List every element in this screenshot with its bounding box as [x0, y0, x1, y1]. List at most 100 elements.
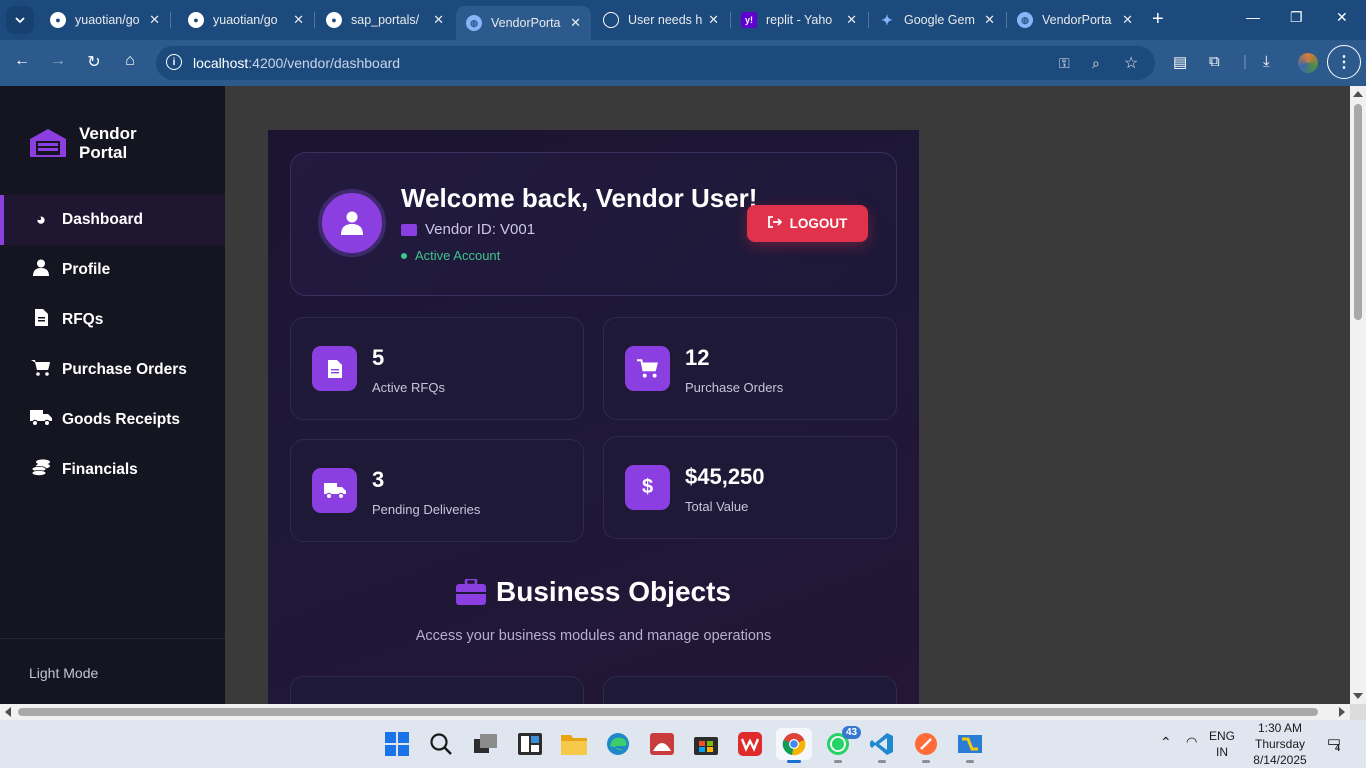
toolbar-divider: |: [1243, 53, 1247, 70]
stat-label: Purchase Orders: [685, 380, 784, 395]
clock-date: 8/14/2025: [1253, 753, 1307, 767]
wps-button[interactable]: [732, 728, 768, 760]
tab-yahoo[interactable]: y! replit - Yaho ✕: [731, 6, 867, 34]
vendor-id: Vendor ID: V001: [401, 221, 535, 238]
dollar-icon: $: [625, 465, 670, 510]
window-close-icon[interactable]: ✕: [1336, 9, 1348, 26]
section-title-text: Business Objects: [496, 576, 731, 607]
briefcase-icon: [456, 577, 486, 605]
sidebar-item-label: Dashboard: [62, 211, 143, 228]
sidebar-item-label: Goods Receipts: [62, 411, 180, 428]
office-icon[interactable]: ▤: [1173, 53, 1187, 71]
wifi-icon[interactable]: ◠: [1186, 734, 1197, 750]
stat-card-total-value[interactable]: $ $45,250 Total Value: [603, 436, 897, 539]
vertical-scrollbar[interactable]: [1350, 86, 1366, 704]
scrollbar-corner: [1350, 704, 1366, 720]
business-object-card[interactable]: [603, 676, 897, 704]
store-button[interactable]: [688, 728, 724, 760]
light-mode-toggle[interactable]: Light Mode: [29, 665, 98, 681]
tab-github-3[interactable]: ● sap_portals/ ✕: [316, 6, 454, 34]
scroll-right-icon[interactable]: [1339, 707, 1345, 717]
sidebar-item-financials[interactable]: Financials: [0, 445, 225, 495]
horizontal-scroll-thumb[interactable]: [18, 708, 1318, 716]
download-icon[interactable]: ⤓: [1263, 53, 1270, 70]
site-info-icon[interactable]: i: [166, 54, 182, 70]
bookmark-star-icon[interactable]: ☆: [1124, 53, 1138, 73]
tab-vendorportal-active[interactable]: ◍ VendorPorta ✕: [456, 6, 591, 40]
close-icon[interactable]: ✕: [433, 12, 444, 28]
reload-icon[interactable]: ↻: [83, 52, 105, 72]
logout-button[interactable]: LOGOUT: [747, 205, 868, 242]
stat-label: Pending Deliveries: [372, 502, 481, 517]
sidebar-item-purchase-orders[interactable]: Purchase Orders: [0, 345, 225, 395]
start-button[interactable]: [379, 728, 415, 760]
close-icon[interactable]: ✕: [1122, 12, 1133, 28]
clock[interactable]: 1:30 AM Thursday 8/14/2025: [1242, 720, 1318, 768]
tab-github-1[interactable]: ● yuaotian/go ✕: [40, 6, 170, 34]
close-icon[interactable]: ✕: [149, 12, 160, 28]
vertical-scroll-thumb[interactable]: [1354, 104, 1362, 320]
tab-title: yuaotian/go: [75, 13, 140, 27]
tab-divider: [314, 12, 315, 28]
file-explorer-button[interactable]: [556, 728, 592, 760]
sidebar-item-dashboard[interactable]: ◕ Dashboard: [0, 195, 225, 245]
url-text[interactable]: localhost:4200/vendor/dashboard: [193, 55, 400, 71]
home-icon[interactable]: ⌂: [119, 52, 141, 70]
close-icon[interactable]: ✕: [570, 15, 581, 31]
vscode-icon: [870, 733, 893, 755]
menu-icon[interactable]: ⋮: [1327, 45, 1361, 79]
tab-github-2[interactable]: ● yuaotian/go ✕: [178, 6, 314, 34]
extensions-icon[interactable]: ⧉: [1209, 53, 1220, 70]
address-bar[interactable]: i localhost:4200/vendor/dashboard ⚿ ⌕ ☆: [156, 46, 1155, 80]
dashboard-content: Welcome back, Vendor User! Vendor ID: V0…: [268, 130, 919, 704]
sidebar-item-goods-receipts[interactable]: Goods Receipts: [0, 395, 225, 445]
sidebar: Vendor Portal ◕ Dashboard Profile RFQs P…: [0, 86, 225, 704]
notification-center[interactable]: ▭ 4: [1322, 734, 1346, 754]
tab-search-button[interactable]: [6, 6, 34, 34]
stat-card-rfqs[interactable]: 5 Active RFQs: [290, 317, 584, 420]
forward-icon[interactable]: →: [47, 52, 69, 70]
taskbar-search[interactable]: [423, 728, 459, 760]
language-indicator[interactable]: ENG IN: [1207, 728, 1237, 760]
tab-title: VendorPorta: [491, 16, 561, 30]
close-icon[interactable]: ✕: [293, 12, 304, 28]
back-icon[interactable]: ←: [11, 52, 33, 70]
power-bi-button[interactable]: [952, 728, 988, 763]
key-icon[interactable]: ⚿: [1059, 55, 1070, 72]
profile-avatar[interactable]: [1298, 53, 1318, 73]
tab-gemini[interactable]: ✦ Google Gem ✕: [869, 6, 1005, 34]
paint-button[interactable]: [644, 728, 680, 760]
whatsapp-button[interactable]: 43: [820, 726, 862, 763]
business-object-card[interactable]: [290, 676, 584, 704]
stat-card-purchase-orders[interactable]: 12 Purchase Orders: [603, 317, 897, 420]
sidebar-item-label: Profile: [62, 261, 111, 278]
edge-button[interactable]: [600, 728, 636, 760]
scroll-up-icon[interactable]: [1353, 91, 1363, 97]
stat-card-pending-deliveries[interactable]: 3 Pending Deliveries: [290, 439, 584, 542]
scroll-left-icon[interactable]: [5, 707, 11, 717]
vscode-button[interactable]: [864, 728, 900, 763]
widgets-button[interactable]: [512, 728, 548, 760]
postman-button[interactable]: [908, 728, 944, 763]
close-icon[interactable]: ✕: [708, 12, 719, 28]
chevron-up-icon[interactable]: ⌃: [1160, 734, 1172, 750]
coins-icon: [28, 459, 54, 481]
task-view-button[interactable]: [468, 728, 504, 760]
new-tab-button[interactable]: +: [1152, 9, 1164, 29]
stat-label: Total Value: [685, 499, 749, 514]
restore-icon[interactable]: ❐: [1290, 9, 1303, 26]
brand[interactable]: Vendor Portal: [28, 124, 137, 162]
tab-vendorportal-2[interactable]: ◍ VendorPorta ✕: [1007, 6, 1143, 34]
warehouse-icon: [28, 127, 68, 159]
tab-chatgpt[interactable]: User needs h ✕: [593, 6, 729, 34]
horizontal-scrollbar[interactable]: [0, 704, 1350, 720]
brand-title-line1: Vendor: [79, 124, 137, 143]
sidebar-item-rfqs[interactable]: RFQs: [0, 295, 225, 345]
chrome-button[interactable]: [776, 728, 812, 763]
scroll-down-icon[interactable]: [1353, 693, 1363, 699]
close-icon[interactable]: ✕: [984, 12, 995, 28]
close-icon[interactable]: ✕: [846, 12, 857, 28]
minimize-icon[interactable]: —: [1246, 9, 1260, 25]
zoom-icon[interactable]: ⌕: [1092, 55, 1100, 72]
sidebar-item-profile[interactable]: Profile: [0, 245, 225, 295]
